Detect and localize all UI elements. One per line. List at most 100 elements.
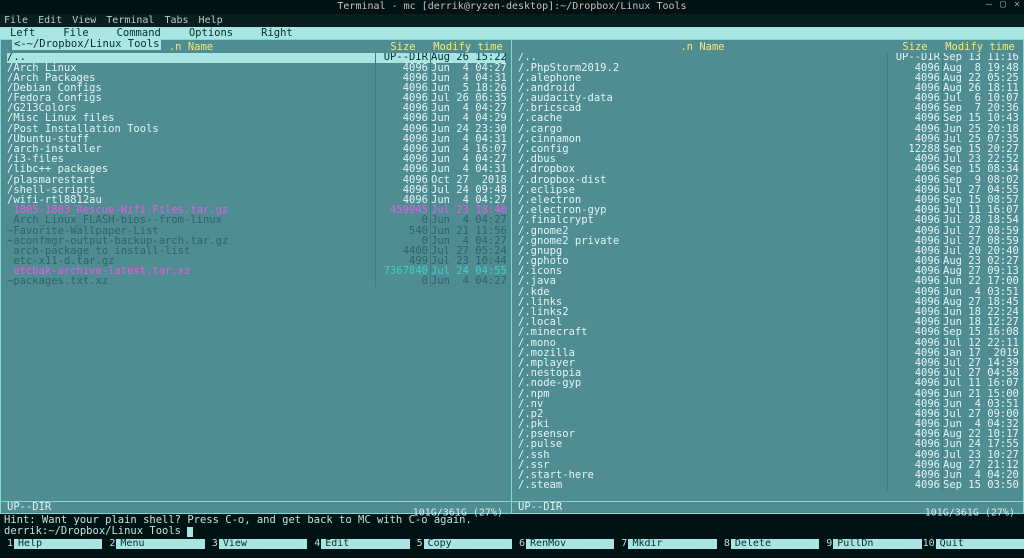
file-name: /.config (518, 144, 887, 155)
col-mtime-header[interactable]: Modify time (943, 42, 1017, 53)
menu-edit[interactable]: Edit (38, 16, 62, 26)
left-status: UP--DIR (7, 502, 51, 513)
file-name: /.p2 (518, 409, 887, 420)
function-keys[interactable]: 1Help2Menu3View4Edit5Copy6RenMov7Mkdir8D… (0, 538, 1024, 551)
left-rows[interactable]: /..UP--DIRAug 26 15:22/Arch Linux4096Jun… (1, 53, 511, 502)
file-name: /.nestopia (518, 368, 887, 379)
terminal-menubar[interactable]: File Edit View Terminal Tabs Help (0, 14, 1024, 27)
file-name: etc-x11-d.tar.gz (7, 256, 375, 267)
menu-terminal[interactable]: Terminal (106, 16, 154, 26)
minimize-icon[interactable]: — (986, 0, 992, 10)
fkey-number: 4 (307, 539, 321, 549)
mc-menu-file[interactable]: File (63, 28, 88, 39)
file-name: /.cinnamon (518, 134, 887, 145)
file-name: /.gphoto (518, 256, 887, 267)
right-panel[interactable]: .n Name Size Modify time /..UP--DIRSep 1… (512, 39, 1024, 514)
file-size: 4096 (887, 480, 943, 491)
menu-help[interactable]: Help (199, 16, 223, 26)
col-mtime-header[interactable]: Modify time (431, 42, 505, 53)
file-name: /plasmarestart (7, 175, 375, 186)
menu-file[interactable]: File (4, 16, 28, 26)
cursor-icon (187, 527, 193, 537)
fkey-quit[interactable]: 10Quit (922, 538, 1024, 551)
fkey-number: 10 (922, 539, 936, 549)
file-name: /.audacity-data (518, 93, 887, 104)
file-name: /shell-scripts (7, 185, 375, 196)
file-name: /.alephone (518, 73, 887, 84)
table-row[interactable]: ~packages.txt.xz0Jun 4 04:27 (7, 277, 505, 287)
fkey-label: Quit (936, 539, 1024, 549)
col-size-header[interactable]: Size (375, 42, 431, 53)
file-name: /libc++ packages (7, 164, 375, 175)
file-mtime: Jun 4 04:27 (431, 276, 505, 287)
file-name: /.pulse (518, 439, 887, 450)
fkey-label: PullDn (833, 539, 921, 549)
fkey-renmov[interactable]: 6RenMov (512, 538, 614, 551)
col-size-header[interactable]: Size (887, 42, 943, 53)
file-name: /.local (518, 317, 887, 328)
mc-menu-right[interactable]: Right (261, 28, 293, 39)
file-name: /.gnome2 (518, 226, 887, 237)
file-name: /.bricscad (518, 103, 887, 114)
file-name: /Fedora Configs (7, 93, 375, 104)
file-name: /.steam (518, 480, 887, 491)
fkey-number: 3 (205, 539, 219, 549)
window-titlebar: Terminal - mc [derrik@ryzen-desktop]:~/D… (0, 0, 1024, 14)
left-panel-path[interactable]: <-~/Dropbox/Linux Tools (12, 39, 161, 50)
fkey-menu[interactable]: 2Menu (102, 538, 204, 551)
file-size: 0 (375, 276, 431, 287)
file-name: /.start-here (518, 470, 887, 481)
col-name-header[interactable]: .n Name (518, 42, 887, 53)
file-name: etcbak-archive-latest.tar.xz (7, 266, 375, 277)
mc-menu-left[interactable]: Left (10, 28, 35, 39)
fkey-label: Help (14, 539, 102, 549)
file-name: /.mozilla (518, 348, 887, 359)
fkey-edit[interactable]: 4Edit (307, 538, 409, 551)
mc-menu-options[interactable]: Options (189, 28, 233, 39)
file-name: ~Favorite-Wallpaper-List (7, 226, 375, 237)
fkey-help[interactable]: 1Help (0, 538, 102, 551)
table-row[interactable]: /.steam4096Sep 15 03:50 (518, 480, 1017, 490)
file-name: /.links (518, 297, 887, 308)
menu-tabs[interactable]: Tabs (164, 16, 188, 26)
left-panel[interactable]: .n Name Size Modify time /..UP--DIRAug 2… (0, 39, 512, 514)
fkey-number: 1 (0, 539, 14, 549)
right-header: .n Name Size Modify time (512, 42, 1023, 53)
file-name: /arch-installer (7, 144, 375, 155)
left-disk-usage: 101G/361G (27%) (413, 509, 503, 519)
fkey-number: 9 (819, 539, 833, 549)
file-name: /.finalcrypt (518, 215, 887, 226)
fkey-label: View (219, 539, 307, 549)
right-rows[interactable]: /..UP--DIRSep 13 11:16/.PhpStorm2019.240… (512, 53, 1023, 502)
file-name: /.java (518, 276, 887, 287)
fkey-label: Menu (116, 539, 204, 549)
file-name: /.. (518, 53, 887, 63)
menu-view[interactable]: View (72, 16, 96, 26)
mc-container: Left File Command Options Right <-~/Dropbox/… (0, 27, 1024, 514)
fkey-number: 6 (512, 539, 526, 549)
fkey-view[interactable]: 3View (205, 538, 307, 551)
fkey-copy[interactable]: 5Copy (410, 538, 512, 551)
fkey-label: RenMov (526, 539, 614, 549)
file-name: /.PhpStorm2019.2 (518, 63, 887, 74)
file-name: /.dropbox-dist (518, 175, 887, 186)
file-name: /Arch Packages (7, 73, 375, 84)
maximize-icon[interactable]: ▢ (1000, 0, 1006, 10)
fkey-delete[interactable]: 8Delete (717, 538, 819, 551)
close-icon[interactable]: ✕ (1014, 0, 1020, 10)
file-name: /.cargo (518, 124, 887, 135)
file-name: ~aconfmgr-output-backup-arch.tar.gz (7, 236, 375, 247)
fkey-pulldn[interactable]: 9PullDn (819, 538, 921, 551)
file-name: /.node-gyp (518, 378, 887, 389)
file-name: /.android (518, 83, 887, 94)
file-name: arch-package_to_install-list (7, 246, 375, 257)
fkey-label: Mkdir (628, 539, 716, 549)
file-name: /.electron (518, 195, 887, 206)
mc-menu-command[interactable]: Command (117, 28, 161, 39)
file-name: /.gnupg (518, 246, 887, 257)
fkey-mkdir[interactable]: 7Mkdir (614, 538, 716, 551)
shell-prompt[interactable]: derrik:~/Dropbox/Linux Tools (0, 526, 1024, 538)
fkey-number: 8 (717, 539, 731, 549)
file-name: Arch_Linux_FLASH-bios--from-linux (7, 215, 375, 226)
file-name: /.mplayer (518, 358, 887, 369)
